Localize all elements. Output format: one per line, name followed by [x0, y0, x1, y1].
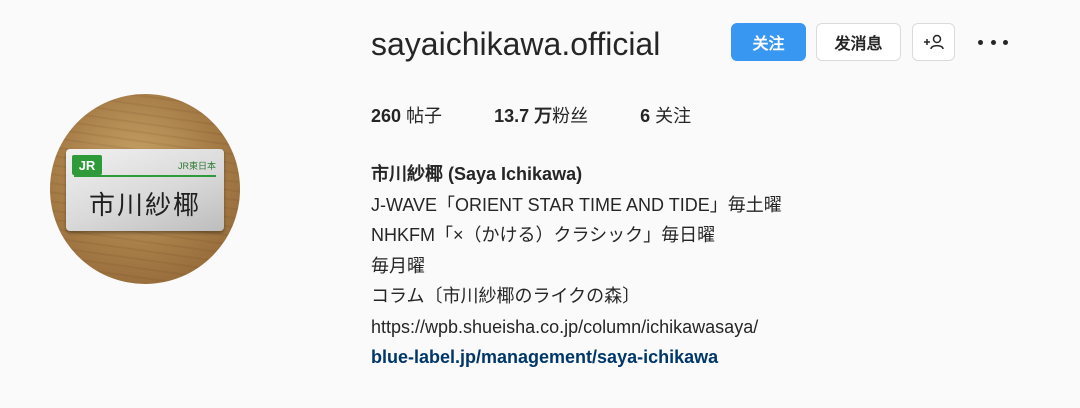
badge-company: JR東日本 — [178, 161, 216, 171]
followers-count[interactable]: 13.7 万粉丝 — [494, 103, 588, 129]
following-label: 关注 — [655, 106, 692, 126]
follow-button[interactable]: 关注 — [731, 23, 806, 61]
posts-value: 260 — [371, 106, 402, 126]
bio-line: コラム〔市川紗椰のライクの森〕 — [371, 286, 641, 306]
profile-stats: 260 帖子 13.7 万粉丝 6 关注 — [371, 103, 743, 129]
website-link[interactable]: blue-label.jp/management/saya-ichikawa — [371, 342, 782, 373]
bio-line: 毎月曜 — [371, 255, 425, 276]
more-options-icon[interactable] — [978, 34, 1008, 50]
more-dot — [978, 39, 983, 45]
suggested-accounts-button[interactable] — [912, 23, 955, 61]
badge-stripe — [74, 175, 216, 177]
badge-name: 市川紗椰 — [88, 191, 201, 221]
followers-value: 13.7 万 — [494, 106, 553, 126]
following-count[interactable]: 6 关注 — [640, 103, 691, 129]
posts-label: 帖子 — [406, 106, 443, 126]
add-person-icon — [923, 34, 944, 50]
profile-bio: 市川紗椰 (Saya Ichikawa) J-WAVE「ORIENT STAR … — [371, 159, 782, 373]
bio-line: https://wpb.shueisha.co.jp/column/ichika… — [371, 316, 759, 337]
jr-logo-text: JR — [79, 158, 96, 173]
full-name: 市川紗椰 (Saya Ichikawa) — [371, 164, 583, 184]
followers-label: 粉丝 — [552, 106, 589, 126]
profile-avatar[interactable]: JR JR東日本 市川紗椰 — [50, 94, 240, 284]
following-value: 6 — [640, 106, 651, 126]
bio-line: NHKFM「×（かける）クラシック」毎日曜 — [371, 225, 716, 245]
profile-username: sayaichikawa.official — [371, 26, 661, 62]
more-dot — [990, 39, 996, 45]
bio-line: J-WAVE「ORIENT STAR TIME AND TIDE」毎土曜 — [371, 194, 782, 215]
jr-logo-icon: JR — [72, 155, 102, 175]
message-button[interactable]: 发消息 — [816, 23, 901, 61]
more-dot — [1003, 39, 1008, 45]
name-badge: JR JR東日本 市川紗椰 — [66, 149, 224, 231]
posts-count: 260 帖子 — [371, 103, 442, 129]
